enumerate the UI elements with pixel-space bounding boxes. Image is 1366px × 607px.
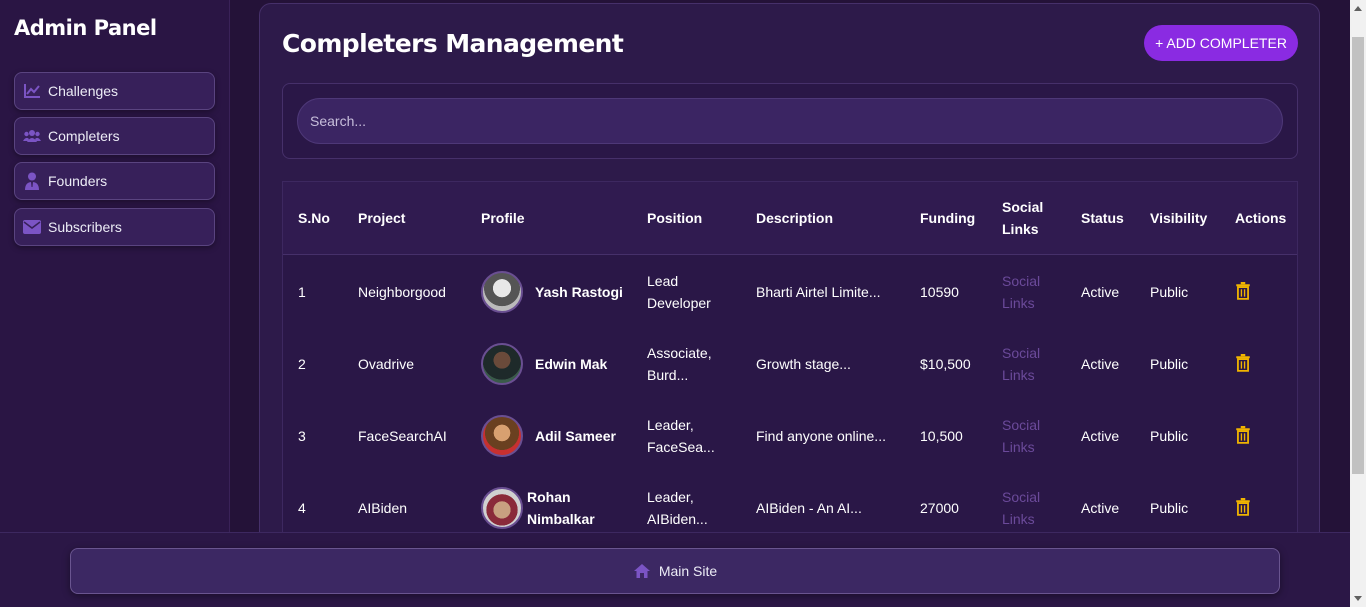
trash-icon[interactable] [1235,282,1251,300]
cell-visibility: Public [1150,284,1189,300]
main-site-label: Main Site [658,563,718,579]
cell-name: Rohan [527,489,571,505]
cell-name: Edwin Mak [535,356,608,372]
col-social: Social [1002,199,1044,215]
social-links-link-2[interactable]: Links [1002,364,1035,386]
col-description: Description [756,210,834,226]
col-status: Status [1081,210,1124,226]
cell-sno: 4 [298,500,306,516]
main-site-button[interactable]: Main Site [70,548,1280,594]
social-links-link[interactable]: Social [1002,342,1040,364]
sidebar: Admin Panel Challenges Completers Founde… [0,0,230,607]
cell-name: Adil Sameer [535,428,616,444]
cell-project: Ovadrive [358,356,415,372]
cell-status: Active [1081,428,1120,444]
cell-description: AIBiden - An AI... [756,500,862,516]
social-links-link[interactable]: Social [1002,414,1040,436]
table-header: S.No Project Profile Position Descriptio… [283,182,1297,255]
avatar [481,343,523,385]
cell-funding: $10,500 [920,356,971,372]
cell-funding: 10590 [920,284,959,300]
cell-visibility: Public [1150,356,1189,372]
col-profile: Profile [481,210,525,226]
col-sno: S.No [298,210,330,226]
footer: Main Site [0,532,1350,607]
avatar [481,487,523,529]
cell-status: Active [1081,356,1120,372]
envelope-icon [23,218,41,236]
cell-sno: 1 [298,284,306,300]
home-icon [633,564,650,578]
col-project: Project [358,210,406,226]
cell-sno: 3 [298,428,306,444]
cell-visibility: Public [1150,500,1189,516]
scroll-up-icon[interactable] [1354,6,1362,11]
cell-position: Lead [647,273,679,289]
cell-position-2: AIBiden... [647,511,708,527]
sidebar-item-label: Subscribers [48,219,122,235]
social-links-link[interactable]: Social [1002,270,1040,292]
sidebar-title: Admin Panel [14,16,157,40]
scroll-down-icon[interactable] [1354,596,1362,601]
cell-project: Neighborgood [358,284,446,300]
social-links-link-2[interactable]: Links [1002,508,1035,530]
cell-funding: 27000 [920,500,959,516]
chart-line-icon [23,82,41,100]
col-links: Links [1002,221,1039,237]
trash-icon[interactable] [1235,426,1251,444]
table-row: 2 Ovadrive Edwin Mak Associate, Burd... … [283,328,1297,400]
trash-icon[interactable] [1235,354,1251,372]
cell-name-2: Nimbalkar [527,511,595,527]
cell-description: Find anyone online... [756,428,886,444]
page-title: Completers Management [282,29,624,58]
sidebar-item-subscribers[interactable]: Subscribers [14,208,215,246]
cell-project: AIBiden [358,500,408,516]
scrollbar[interactable] [1350,0,1366,607]
table-row: 3 FaceSearchAI Adil Sameer Leader, FaceS… [283,400,1297,472]
trash-icon[interactable] [1235,498,1251,516]
search-input[interactable] [297,98,1283,144]
scroll-thumb[interactable] [1352,37,1364,474]
cell-description: Bharti Airtel Limite... [756,284,881,300]
avatar [481,271,523,313]
add-completer-button[interactable]: + ADD COMPLETER [1144,25,1298,61]
sidebar-item-label: Founders [48,173,108,189]
sidebar-item-label: Completers [48,128,120,144]
cell-visibility: Public [1150,428,1189,444]
col-actions: Actions [1235,210,1287,226]
col-position: Position [647,210,703,226]
cell-position-2: Burd... [647,367,689,383]
sidebar-item-challenges[interactable]: Challenges [14,72,215,110]
sidebar-item-founders[interactable]: Founders [14,162,215,200]
sidebar-item-completers[interactable]: Completers [14,117,215,155]
social-links-link-2[interactable]: Links [1002,436,1035,458]
cell-status: Active [1081,284,1120,300]
search-container [282,83,1298,159]
cell-status: Active [1081,500,1120,516]
cell-name: Yash Rastogi [535,284,623,300]
completers-table: S.No Project Profile Position Descriptio… [282,181,1298,541]
user-tie-icon [23,172,41,190]
cell-project: FaceSearchAI [358,428,447,444]
cell-description: Growth stage... [756,356,851,372]
cell-funding: 10,500 [920,428,963,444]
table-row: 1 Neighborgood Yash Rastogi Lead Develop… [283,256,1297,328]
cell-position: Leader, [647,417,694,433]
avatar [481,415,523,457]
social-links-link[interactable]: Social [1002,486,1040,508]
cell-sno: 2 [298,356,306,372]
col-funding: Funding [920,210,976,226]
cell-position-2: Developer [647,295,711,311]
cell-position-2: FaceSea... [647,439,715,455]
col-visibility: Visibility [1150,210,1208,226]
cell-position: Leader, [647,489,694,505]
cell-position: Associate, [647,345,712,361]
table-row: 4 AIBiden Rohan Nimbalkar Leader, AIBide… [283,472,1297,540]
users-icon [23,127,41,145]
sidebar-item-label: Challenges [48,83,119,99]
social-links-link-2[interactable]: Links [1002,292,1035,314]
